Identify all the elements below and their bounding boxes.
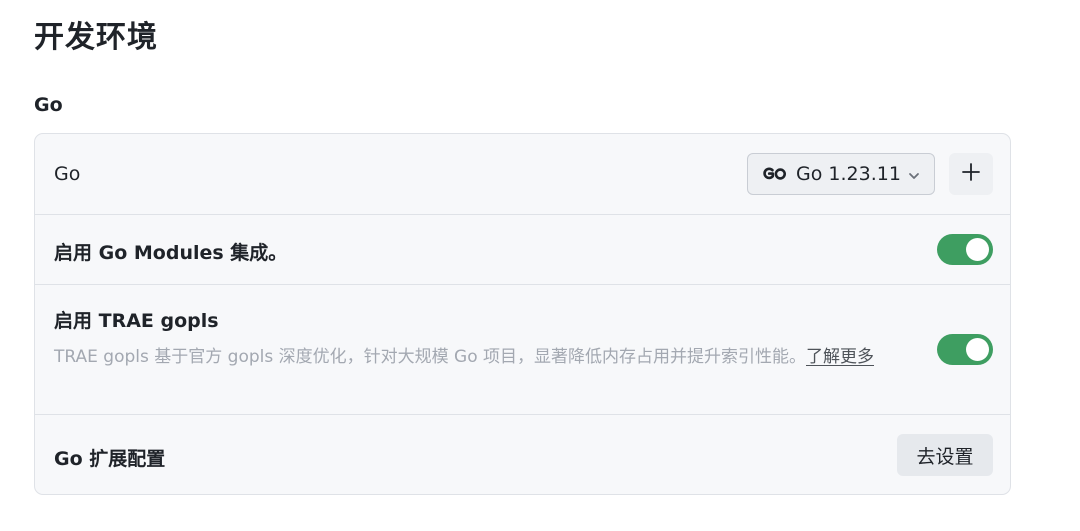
toggle-knob (966, 238, 989, 261)
chevron-down-icon (907, 168, 921, 182)
gopls-description-text: TRAE gopls 基于官方 gopls 深度优化，针对大规模 Go 项目，显… (54, 347, 806, 367)
settings-page: 开发环境 Go Go Go 1.23.11 启用 Go Modules 集成。 … (0, 0, 1080, 531)
go-extension-label: Go 扩展配置 (54, 448, 166, 470)
go-extension-row: Go 扩展配置 去设置 (35, 415, 1010, 494)
go-modules-toggle[interactable] (937, 234, 993, 265)
go-settings-card: Go Go 1.23.11 启用 Go Modules 集成。 启用 TRAE … (34, 133, 1011, 495)
go-to-settings-button[interactable]: 去设置 (897, 434, 993, 476)
gopls-label: 启用 TRAE gopls (54, 310, 219, 332)
toggle-knob (966, 338, 989, 361)
section-title: Go (34, 94, 63, 116)
gopls-row: 启用 TRAE gopls TRAE gopls 基于官方 gopls 深度优化… (35, 285, 1010, 415)
plus-icon (961, 162, 981, 186)
go-version-select[interactable]: Go 1.23.11 (747, 153, 935, 195)
go-version-label: Go (54, 163, 81, 185)
gopls-description: TRAE gopls 基于官方 gopls 深度优化，针对大规模 Go 项目，显… (54, 343, 924, 371)
learn-more-link[interactable]: 了解更多 (806, 347, 874, 367)
go-modules-row: 启用 Go Modules 集成。 (35, 215, 1010, 285)
page-title: 开发环境 (34, 20, 158, 55)
add-go-version-button[interactable] (949, 153, 993, 195)
gopls-toggle[interactable] (937, 334, 993, 365)
go-modules-label: 启用 Go Modules 集成。 (54, 242, 288, 264)
go-version-value: Go 1.23.11 (796, 163, 901, 185)
go-logo-icon (761, 167, 787, 181)
go-version-row: Go Go 1.23.11 (35, 134, 1010, 215)
